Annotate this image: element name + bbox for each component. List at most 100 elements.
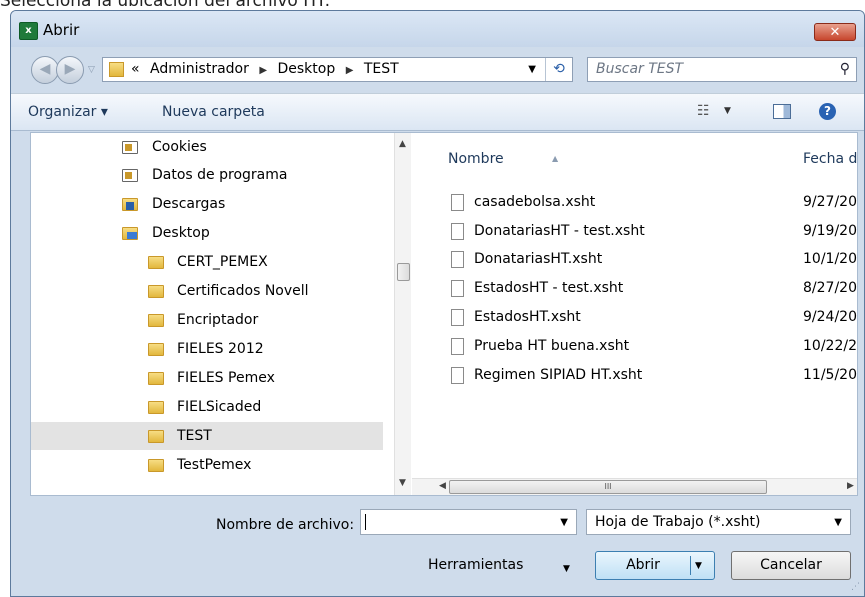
tools-dropdown-icon[interactable]: ▼ — [563, 564, 570, 574]
file-list-horizontal-scrollbar[interactable]: ◀ III ▶ — [412, 478, 857, 495]
address-dropdown-icon[interactable]: ▼ — [528, 64, 536, 75]
open-button[interactable]: Abrir ▼ — [595, 551, 715, 580]
excel-app-icon: x — [19, 22, 38, 40]
tree-item-label: Cookies — [152, 139, 207, 155]
back-button[interactable]: ◀ — [31, 56, 59, 84]
file-type-select[interactable]: Hoja de Trabajo (*.xsht) ▼ — [586, 509, 851, 535]
tree-item-cookies[interactable]: Cookies — [31, 133, 383, 161]
open-options-dropdown-icon[interactable]: ▼ — [695, 553, 702, 580]
file-date: 11/5/2012 — [803, 367, 857, 383]
tree-item-encriptador[interactable]: Encriptador — [31, 306, 383, 334]
tree-item-descargas[interactable]: Descargas — [31, 190, 383, 218]
tree-item-label: TestPemex — [177, 457, 252, 473]
scroll-left-icon[interactable]: ◀ — [439, 481, 446, 491]
filename-history-dropdown-icon[interactable]: ▼ — [560, 517, 568, 528]
refresh-button[interactable]: ⟲ — [545, 58, 572, 81]
open-button-label: Abrir — [626, 557, 660, 573]
breadcrumb: « Administrador ▶ Desktop ▶ TEST — [131, 61, 405, 77]
folder-icon — [148, 430, 164, 443]
navigation-bar: ◀ ▶ ▽ « Administrador ▶ Desktop ▶ TEST ▼… — [11, 47, 864, 93]
tree-item-fielsicaded[interactable]: FIELSicaded — [31, 393, 383, 421]
breadcrumb-separator-icon[interactable]: ▶ — [346, 65, 354, 76]
tree-item-cert-pemex[interactable]: CERT_PEMEX — [31, 248, 383, 276]
breadcrumb-separator-icon[interactable]: ▶ — [259, 65, 267, 76]
tree-item-label: TEST — [177, 428, 212, 444]
tree-item-label: CERT_PEMEX — [177, 254, 268, 270]
file-row[interactable]: DonatariasHT.xsht 10/1/2013 — [412, 245, 857, 273]
file-row[interactable]: Regimen SIPIAD HT.xsht 11/5/2012 — [412, 361, 857, 389]
file-row[interactable]: EstadosHT - test.xsht 8/27/2013 — [412, 274, 857, 302]
breadcrumb-desktop[interactable]: Desktop — [277, 61, 335, 77]
tree-item-test[interactable]: TEST — [31, 422, 383, 450]
file-name: EstadosHT.xsht — [474, 309, 581, 325]
scroll-up-icon[interactable]: ▲ — [399, 139, 406, 149]
search-input[interactable]: Buscar TEST ⚲ — [587, 57, 857, 82]
file-type-dropdown-icon[interactable]: ▼ — [834, 517, 842, 528]
resize-grip-icon[interactable]: ⋰ — [851, 582, 860, 592]
breadcrumb-overflow[interactable]: « — [131, 61, 140, 77]
text-cursor — [365, 514, 366, 530]
change-view-icon[interactable]: ☷ — [697, 103, 710, 119]
file-row[interactable]: Prueba HT buena.xsht 10/22/201 — [412, 332, 857, 360]
close-button[interactable]: ✕ — [814, 23, 856, 41]
search-icon[interactable]: ⚲ — [840, 61, 850, 77]
file-row[interactable]: DonatariasHT - test.xsht 9/19/2013 — [412, 217, 857, 245]
view-options-dropdown-icon[interactable]: ▼ — [724, 106, 731, 116]
organize-button[interactable]: Organizar ▾ — [28, 104, 108, 120]
forward-button[interactable]: ▶ — [56, 56, 84, 84]
tree-item-certificados-novell[interactable]: Certificados Novell — [31, 277, 383, 305]
file-name: Regimen SIPIAD HT.xsht — [474, 367, 643, 383]
scrollbar-thumb[interactable] — [397, 263, 410, 281]
desktop-folder-icon — [122, 227, 138, 240]
cancel-button[interactable]: Cancelar — [731, 551, 851, 580]
file-icon — [451, 194, 464, 211]
downloads-folder-icon — [122, 198, 138, 211]
preview-pane-icon[interactable] — [773, 104, 791, 119]
file-date: 9/27/2013 — [803, 194, 857, 210]
file-name: DonatariasHT.xsht — [474, 251, 603, 267]
file-icon — [451, 309, 464, 326]
file-row[interactable]: casadebolsa.xsht 9/27/2013 — [412, 188, 857, 216]
tree-item-label: Certificados Novell — [177, 283, 309, 299]
tree-item-fieles-2012[interactable]: FIELES 2012 — [31, 335, 383, 363]
tree-item-label: Descargas — [152, 196, 226, 212]
breadcrumb-administrador[interactable]: Administrador — [150, 61, 249, 77]
window-title: Abrir — [43, 21, 80, 39]
tree-item-testpemex[interactable]: TestPemex — [31, 451, 383, 479]
tree-item-desktop[interactable]: Desktop — [31, 219, 383, 247]
file-list: Nombre ▲ Fecha de r casadebolsa.xsht 9/2… — [412, 133, 857, 495]
scroll-right-icon[interactable]: ▶ — [847, 481, 854, 491]
folder-icon — [148, 459, 164, 472]
new-folder-button[interactable]: Nueva carpeta — [162, 104, 265, 120]
tree-item-fieles-pemex[interactable]: FIELES Pemex — [31, 364, 383, 392]
breadcrumb-test[interactable]: TEST — [364, 61, 399, 77]
navigation-scrollbar[interactable]: ▲ ▼ — [394, 133, 411, 495]
filename-input[interactable]: ▼ — [360, 509, 577, 535]
tree-item-label: FIELES 2012 — [177, 341, 264, 357]
shortcut-icon — [122, 169, 138, 182]
file-date: 10/1/2013 — [803, 251, 857, 267]
folder-icon — [148, 285, 164, 298]
column-header-date[interactable]: Fecha de r — [803, 151, 857, 167]
file-name: EstadosHT - test.xsht — [474, 280, 624, 296]
scroll-down-icon[interactable]: ▼ — [399, 478, 406, 488]
file-date: 9/24/2013 — [803, 309, 857, 325]
folder-icon — [148, 256, 164, 269]
column-header-name[interactable]: Nombre ▲ — [448, 151, 558, 167]
tree-item-datos-de-programa[interactable]: Datos de programa — [31, 161, 383, 189]
folder-icon — [109, 62, 124, 77]
tree-item-label: Encriptador — [177, 312, 259, 328]
file-row[interactable]: EstadosHT.xsht 9/24/2013 — [412, 303, 857, 331]
folder-icon — [148, 314, 164, 327]
tree-item-label: Datos de programa — [152, 167, 288, 183]
scrollbar-thumb[interactable]: III — [449, 480, 767, 494]
file-name: DonatariasHT - test.xsht — [474, 223, 645, 239]
title-bar: x Abrir ✕ — [11, 11, 864, 47]
recent-locations-dropdown-icon[interactable]: ▽ — [88, 65, 95, 75]
file-date: 9/19/2013 — [803, 223, 857, 239]
tools-button[interactable]: Herramientas — [428, 557, 523, 573]
column-header-name-label: Nombre — [448, 151, 504, 167]
address-bar[interactable]: « Administrador ▶ Desktop ▶ TEST ▼ ⟲ — [102, 57, 573, 82]
file-icon — [451, 338, 464, 355]
help-icon[interactable]: ? — [819, 103, 836, 120]
